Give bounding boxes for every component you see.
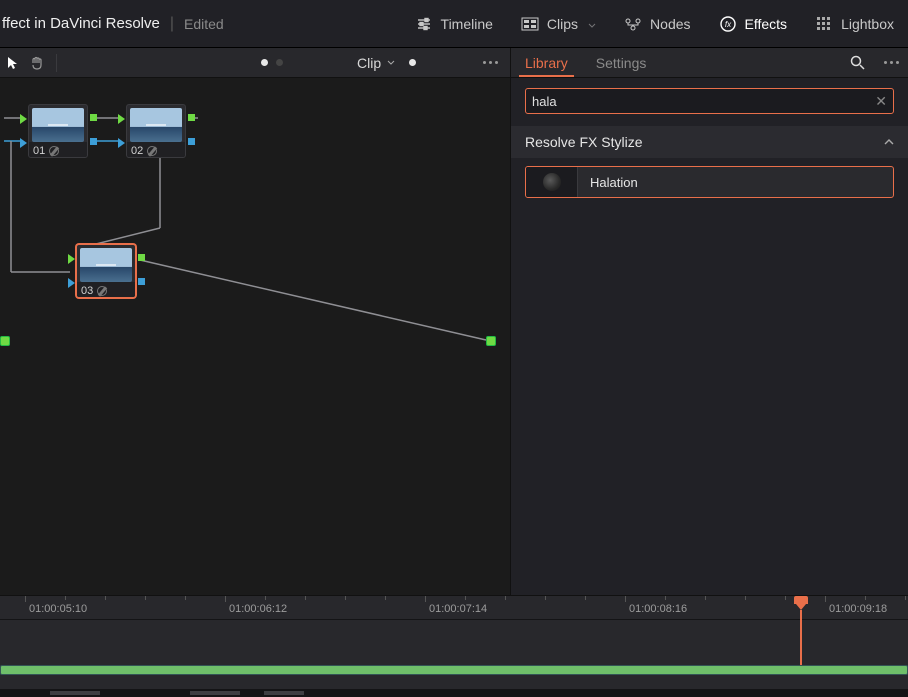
node-number: 02 — [131, 145, 143, 157]
nodes-button-label: Nodes — [650, 16, 690, 32]
hand-tool[interactable] — [28, 54, 46, 72]
chevron-up-icon — [884, 138, 894, 146]
fx-preview-icon — [526, 167, 578, 197]
nodes-icon — [624, 15, 642, 33]
node-badge-icon — [97, 286, 107, 296]
title-divider: | — [160, 15, 184, 33]
effects-panel: ✕ Resolve FX Stylize Halation — [510, 78, 908, 595]
playhead-line — [800, 610, 802, 673]
clip-track[interactable] — [0, 665, 908, 675]
effects-search-input[interactable] — [532, 94, 875, 109]
node-port[interactable] — [118, 114, 125, 124]
panel-tabs: Library Settings — [511, 48, 660, 77]
fx-item[interactable]: Halation — [525, 166, 894, 198]
grid-icon — [815, 15, 833, 33]
search-icon — [850, 55, 865, 70]
node-badge-icon — [49, 146, 59, 156]
node-port[interactable] — [188, 138, 195, 145]
clear-search-button[interactable]: ✕ — [875, 93, 887, 110]
sliders-icon — [415, 15, 433, 33]
clip-scope-dropdown[interactable]: Clip — [357, 55, 416, 71]
node-port[interactable] — [188, 114, 195, 121]
node-port[interactable] — [68, 278, 75, 288]
node-port[interactable] — [118, 138, 125, 148]
panel-more-button[interactable] — [874, 48, 908, 77]
graph-input-green[interactable] — [0, 336, 10, 346]
effects-search-box[interactable]: ✕ — [525, 88, 894, 114]
timecode-label: 01:00:07:14 — [429, 603, 487, 615]
node-thumbnail — [130, 108, 182, 142]
timecode-label: 01:00:06:12 — [229, 603, 287, 615]
window-title: ffect in DaVinci Resolve — [0, 15, 160, 32]
timeline-ruler[interactable]: 01:00:05:10 01:00:06:12 01:00:07:14 01:00:0… — [0, 596, 908, 620]
node-thumbnail — [32, 108, 84, 142]
node-number: 03 — [81, 285, 93, 297]
svg-text:fx: fx — [724, 20, 731, 29]
clips-dropdown[interactable]: Clips — [507, 0, 610, 47]
clips-dropdown-label: Clips — [547, 16, 578, 32]
node-port[interactable] — [90, 114, 97, 121]
playhead[interactable] — [794, 596, 808, 610]
node-badge-icon — [147, 146, 157, 156]
node-port[interactable] — [20, 114, 27, 124]
timeline-footer — [0, 689, 908, 697]
clips-icon — [521, 15, 539, 33]
node-port[interactable] — [138, 254, 145, 261]
app-titlebar: ffect in DaVinci Resolve | Edited Timeli… — [0, 0, 908, 48]
effects-icon: fx — [719, 15, 737, 33]
lightbox-button[interactable]: Lightbox — [801, 0, 908, 47]
graph-output-green[interactable] — [486, 336, 496, 346]
node-toolbar: Clip Library Settings — [0, 48, 908, 78]
timeline[interactable]: 01:00:05:10 01:00:06:12 01:00:07:14 01:00:0… — [0, 595, 908, 697]
chevron-down-icon — [387, 60, 395, 66]
tab-library[interactable]: Library — [511, 48, 582, 77]
timeline-button-label: Timeline — [441, 16, 493, 32]
nodes-button[interactable]: Nodes — [610, 0, 704, 47]
node-graph-canvas[interactable]: 01 02 03 — [0, 78, 510, 595]
canvas-more-button[interactable] — [470, 61, 510, 64]
node-port[interactable] — [68, 254, 75, 264]
color-node-03[interactable]: 03 — [76, 244, 136, 298]
more-icon — [483, 61, 498, 64]
tab-settings[interactable]: Settings — [582, 48, 661, 77]
effects-button-label: Effects — [745, 16, 788, 32]
timeline-button[interactable]: Timeline — [401, 0, 507, 47]
chevron-down-icon — [588, 16, 596, 32]
node-port[interactable] — [90, 138, 97, 145]
fx-category-header[interactable]: Resolve FX Stylize — [511, 126, 908, 158]
timecode-label: 01:00:05:10 — [29, 603, 87, 615]
edited-status: Edited — [184, 16, 224, 32]
timecode-label: 01:00:09:18 — [829, 603, 887, 615]
node-thumbnail — [80, 248, 132, 282]
color-node-02[interactable]: 02 — [126, 104, 186, 158]
pointer-tool[interactable] — [4, 54, 22, 72]
node-number: 01 — [33, 145, 45, 157]
color-node-01[interactable]: 01 — [28, 104, 88, 158]
panel-search-button[interactable] — [840, 48, 874, 77]
effects-button[interactable]: fx Effects — [705, 0, 802, 47]
node-port[interactable] — [20, 138, 27, 148]
timecode-label: 01:00:08:16 — [629, 603, 687, 615]
node-port[interactable] — [138, 278, 145, 285]
lightbox-button-label: Lightbox — [841, 16, 894, 32]
node-pager[interactable] — [261, 59, 283, 66]
fx-item-name: Halation — [578, 175, 650, 190]
more-icon — [884, 61, 899, 64]
